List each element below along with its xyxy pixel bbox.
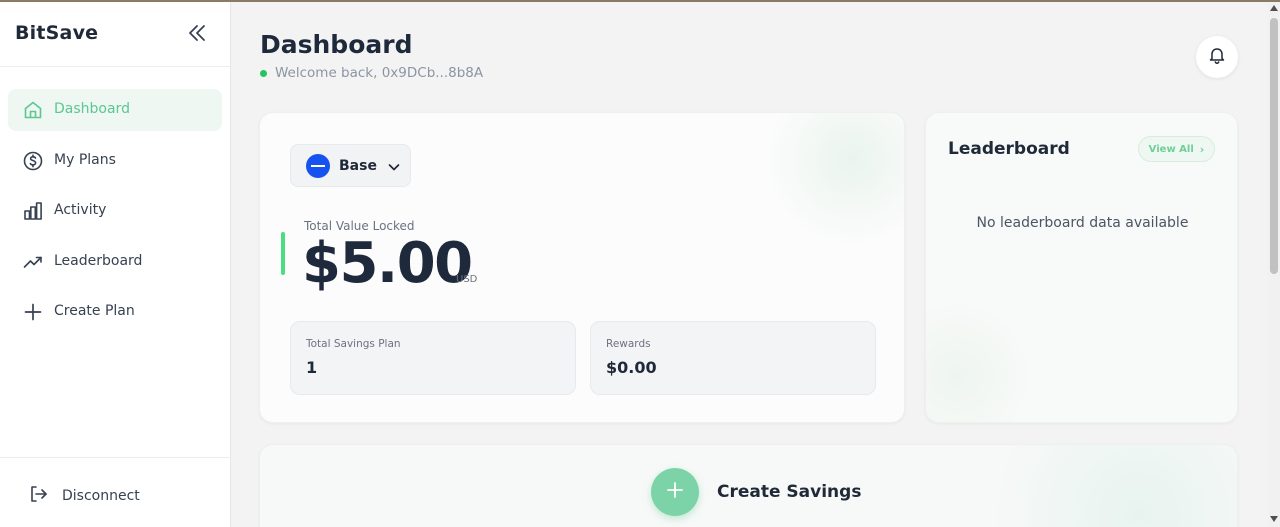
stat-value: 1: [306, 358, 318, 377]
create-savings-label[interactable]: Create Savings: [717, 482, 861, 502]
leaderboard-title: Leaderboard: [948, 139, 1070, 159]
dollar-circle-icon: [22, 150, 44, 172]
disconnect-button[interactable]: Disconnect: [28, 484, 140, 508]
disconnect-label: Disconnect: [62, 488, 140, 504]
plus-icon: [22, 301, 44, 323]
welcome-message: Welcome back, 0x9DCb...8b8A: [260, 65, 483, 81]
welcome-text: Welcome back, 0x9DCb...8b8A: [275, 65, 484, 81]
sidebar-item-label: Create Plan: [54, 303, 135, 319]
stat-label: Rewards: [606, 338, 651, 350]
create-savings-button[interactable]: [651, 468, 699, 516]
scroll-down-arrow-icon[interactable]: [1270, 516, 1278, 522]
chevron-down-icon: [387, 159, 401, 173]
online-status-dot: [260, 69, 267, 77]
sidebar-item-my-plans[interactable]: My Plans: [8, 140, 222, 182]
trending-up-icon: [22, 251, 44, 273]
page-title: Dashboard: [260, 30, 413, 59]
page-scrollbar[interactable]: [1268, 2, 1280, 527]
sidebar-item-dashboard[interactable]: Dashboard: [8, 89, 222, 131]
base-chain-icon: [306, 153, 330, 178]
sidebar-item-create-plan[interactable]: Create Plan: [8, 291, 222, 333]
chain-name: Base: [339, 157, 377, 174]
sidebar-item-label: Leaderboard: [54, 253, 143, 269]
view-all-button[interactable]: View All ›: [1138, 136, 1215, 162]
view-all-label: View All: [1148, 143, 1194, 155]
sidebar-item-leaderboard[interactable]: Leaderboard: [8, 241, 222, 283]
sidebar-item-label: My Plans: [54, 152, 116, 168]
sidebar-item-label: Dashboard: [54, 101, 130, 117]
scrollbar-thumb[interactable]: [1270, 18, 1278, 274]
notifications-button[interactable]: [1196, 36, 1238, 78]
scroll-up-arrow-icon[interactable]: [1270, 5, 1278, 11]
leaderboard-card: Leaderboard View All › No leaderboard da…: [925, 112, 1238, 423]
stat-label: Total Savings Plan: [306, 338, 401, 350]
tvl-accent-bar: [281, 232, 285, 275]
plus-icon: [665, 480, 685, 504]
rewards-stat: Rewards $0.00: [590, 321, 876, 395]
sidebar-header: BitSave: [0, 2, 230, 67]
overview-card: Base Total Value Locked $5.00 USD Total …: [259, 112, 905, 423]
sidebar-item-label: Activity: [54, 202, 107, 218]
sidebar-item-activity[interactable]: Activity: [8, 190, 222, 232]
leaderboard-empty-state: No leaderboard data available: [976, 215, 1189, 231]
total-savings-plan-stat: Total Savings Plan 1: [290, 321, 576, 395]
tvl-unit: USD: [456, 274, 478, 285]
create-savings-card[interactable]: Create Savings: [259, 444, 1238, 527]
sidebar-footer: Disconnect: [0, 457, 230, 527]
chevron-right-icon: ›: [1199, 142, 1205, 156]
logout-icon: [28, 484, 48, 508]
bell-icon: [1207, 45, 1227, 69]
stat-value: $0.00: [606, 358, 657, 377]
home-icon: [22, 99, 44, 121]
chain-selector[interactable]: Base: [290, 144, 411, 187]
bar-chart-icon: [22, 200, 44, 222]
collapse-sidebar-icon[interactable]: [186, 22, 208, 44]
brand-logo-text: BitSave: [15, 22, 99, 44]
tvl-value: $5.00: [302, 231, 473, 296]
sidebar: BitSave Dashboard My Plans Activity Lead…: [0, 2, 231, 527]
